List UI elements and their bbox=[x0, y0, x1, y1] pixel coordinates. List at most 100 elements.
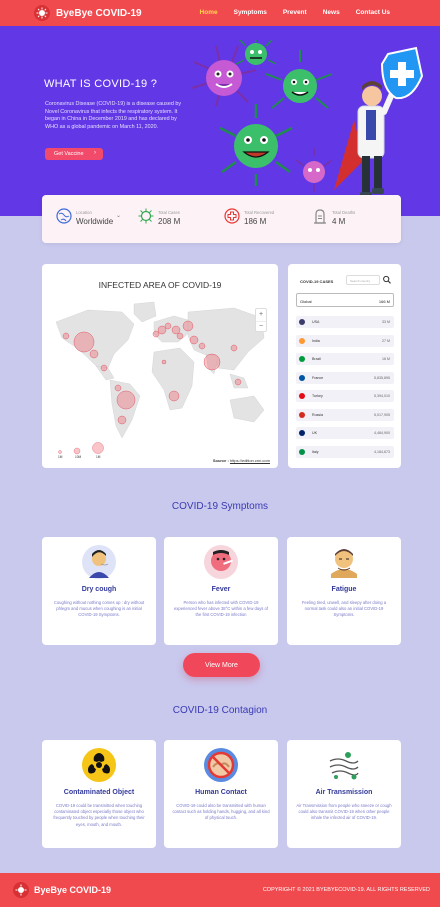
country-name: Russia bbox=[312, 412, 323, 417]
green-virus-small-icon bbox=[235, 40, 277, 65]
symptom-title: Fatigue bbox=[331, 586, 357, 593]
flag-icon bbox=[299, 319, 305, 325]
stat-cases-value: 208 M bbox=[158, 217, 181, 226]
country-row[interactable]: India 27 M bbox=[296, 334, 394, 347]
global-row[interactable]: Global 166 M bbox=[296, 293, 394, 307]
contagion-title-label: Contaminated Object bbox=[63, 789, 135, 796]
symptom-card-dry-cough[interactable]: Dry cough Coughing without nothing comes… bbox=[42, 537, 156, 645]
country-row[interactable]: Brazil 16 M bbox=[296, 353, 394, 365]
nav-link-home[interactable]: Home bbox=[200, 9, 218, 16]
map-title: INFECTED AREA OF COVID-19 bbox=[98, 280, 222, 290]
nav-link-symptoms[interactable]: Symptoms bbox=[234, 9, 267, 16]
cases-list-card: COVID-19 CASES Search country Global 166… bbox=[288, 264, 401, 468]
hero-description: Coronavirus Disease (COVID-19) is a dise… bbox=[45, 101, 182, 130]
zoom-in-button[interactable]: + bbox=[256, 309, 266, 321]
flag-icon bbox=[299, 430, 305, 436]
dry-cough-icon bbox=[82, 545, 116, 579]
global-value: 166 M bbox=[378, 298, 390, 304]
contagion-card-human-contact[interactable]: Human Contact COVID-19 could also be tra… bbox=[164, 740, 278, 848]
stat-recovered-label: Total Recovered bbox=[244, 210, 275, 215]
symptom-card-fatigue[interactable]: Fatigue Feeling tired, unwell, and sleep… bbox=[287, 537, 401, 645]
flag-icon bbox=[299, 374, 305, 381]
chevron-down-icon[interactable]: ⌄ bbox=[116, 212, 121, 219]
virus-logo-icon[interactable] bbox=[34, 5, 50, 21]
contagion-text: COVID-19 could be transmitted when touch… bbox=[53, 803, 145, 827]
stat-deaths-label: Total Deaths bbox=[332, 210, 356, 215]
get-vaccine-button[interactable]: Get Vaccine › bbox=[45, 148, 103, 160]
nav-link-news[interactable]: News bbox=[323, 9, 340, 16]
stat-deaths-value: 4 M bbox=[332, 217, 346, 226]
nav-link-contact[interactable]: Contact Us bbox=[356, 9, 390, 16]
country-row[interactable]: France 5,835,895 bbox=[296, 371, 394, 384]
hero-section: WHAT IS COVID-19 ? Coronavirus Disease (… bbox=[0, 26, 440, 216]
green-virus-large-icon bbox=[219, 104, 293, 186]
biohazard-icon bbox=[82, 748, 116, 782]
footer: ByeBye COVID-19 COPYRIGHT © 2021 BYEBYEC… bbox=[0, 873, 440, 907]
footer-brand[interactable]: ByeBye COVID-19 bbox=[34, 885, 111, 895]
contagion-card-contaminated-object[interactable]: Contaminated Object COVID-19 could be tr… bbox=[42, 740, 156, 848]
country-name: Brazil bbox=[312, 357, 321, 361]
virus-doctor-illustration bbox=[191, 40, 424, 198]
infected-area-map-card: INFECTED AREA OF COVID-19 + − 1M 10M 1M … bbox=[42, 264, 278, 468]
flag-icon bbox=[299, 393, 305, 399]
green-virus-medium-icon bbox=[265, 50, 333, 109]
flag-icon bbox=[299, 411, 305, 418]
country-row[interactable]: Italy 4,184,673 bbox=[296, 445, 394, 458]
legend-label: 10M bbox=[75, 455, 82, 459]
symptom-text: Feeling tired, unwell, and sleepy after … bbox=[301, 600, 387, 618]
country-name: France bbox=[312, 375, 324, 380]
country-value: 5,394,010 bbox=[374, 394, 390, 398]
symptom-card-fever[interactable]: Fever Person who has infected with COVID… bbox=[164, 537, 278, 645]
country-row[interactable]: Turkey 5,394,010 bbox=[296, 390, 394, 402]
map-source: Source : https://edition.cnn.com bbox=[212, 458, 270, 463]
stat-recovered-value: 186 M bbox=[244, 217, 267, 226]
country-row[interactable]: UK 4,484,900 bbox=[296, 427, 394, 439]
get-vaccine-label: Get Vaccine bbox=[54, 151, 84, 157]
country-value: 33 M bbox=[382, 320, 390, 324]
virus-logo-icon[interactable] bbox=[13, 882, 29, 898]
country-name: India bbox=[312, 338, 320, 343]
globe-icon bbox=[56, 208, 72, 224]
country-name: UK bbox=[312, 431, 317, 435]
country-row[interactable]: Russia 5,017,905 bbox=[296, 408, 394, 421]
search-icon[interactable] bbox=[382, 274, 392, 286]
zoom-out-button[interactable]: − bbox=[256, 321, 266, 333]
world-map[interactable] bbox=[48, 296, 272, 446]
contagion-text: COVID-19 could also be transmitted with … bbox=[172, 803, 270, 821]
map-zoom-controls: + − bbox=[255, 308, 267, 332]
country-search-input[interactable]: Search country bbox=[346, 275, 380, 285]
symptoms-title: COVID-19 Symptoms bbox=[171, 501, 269, 512]
country-value: 4,184,673 bbox=[374, 449, 390, 454]
country-value: 16 M bbox=[382, 357, 390, 361]
stat-location-value: Worldwide bbox=[76, 217, 114, 226]
air-virus-icon bbox=[329, 752, 359, 780]
hero-title: WHAT IS COVID-19 ? bbox=[44, 78, 158, 90]
nav-link-prevent[interactable]: Prevent bbox=[283, 9, 307, 16]
source-link[interactable]: https://edition.cnn.com bbox=[230, 458, 270, 463]
top-navbar: ByeBye COVID-19 Home Symptoms Prevent Ne… bbox=[0, 0, 440, 26]
stat-location-label: Location bbox=[76, 210, 92, 215]
legend-label: 1M bbox=[58, 455, 63, 459]
country-name: Turkey bbox=[312, 394, 323, 398]
contagion-title: COVID-19 Contagion bbox=[172, 705, 268, 716]
contagion-title-label: Human Contact bbox=[195, 789, 247, 796]
flag-icon bbox=[299, 356, 305, 362]
cases-title: COVID-19 CASES bbox=[300, 279, 334, 284]
symptom-text: Coughing without nothing comes up : dry … bbox=[53, 600, 145, 618]
contagion-title-label: Air Transmission bbox=[315, 789, 373, 796]
country-name: USA bbox=[312, 320, 320, 324]
brand-name[interactable]: ByeBye COVID-19 bbox=[56, 8, 142, 19]
country-value: 4,484,900 bbox=[374, 431, 390, 435]
contagion-card-air-transmission[interactable]: Air Transmission Air Transmission from p… bbox=[287, 740, 401, 848]
symptom-text: Person who has infected with COVID-19 ex… bbox=[173, 600, 269, 618]
view-more-button[interactable]: View More bbox=[183, 653, 260, 677]
tombstone-icon bbox=[314, 209, 326, 224]
country-row[interactable]: USA 33 M bbox=[296, 316, 394, 328]
virus-icon bbox=[138, 208, 154, 224]
symptom-title: Fever bbox=[211, 586, 231, 593]
stats-bar: Location Worldwide ⌄ Total Cases 208 M T… bbox=[42, 195, 401, 243]
symptom-title: Dry cough bbox=[81, 586, 117, 593]
legend-label: 1M bbox=[96, 455, 101, 459]
country-value: 27 M bbox=[382, 338, 390, 343]
no-handshake-icon bbox=[204, 748, 238, 782]
